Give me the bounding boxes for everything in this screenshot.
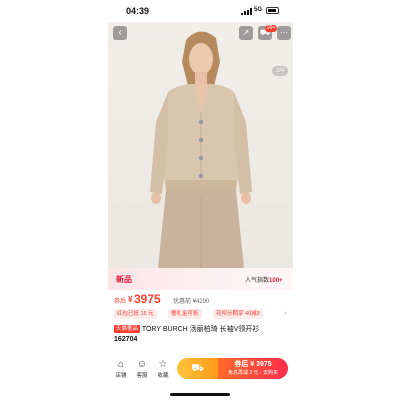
tmall-luxury-tag: 天猫奢品 bbox=[114, 325, 141, 333]
buy-subtext: 免息再减 3 元 · 去购买 bbox=[227, 370, 278, 376]
coupon-chip[interactable]: 花呗分期享 40减3 bbox=[213, 309, 263, 319]
title-text: TORY BURCH 汤丽柏琦 长袖V领开衫 bbox=[140, 326, 260, 333]
store-label: 店铺 bbox=[115, 373, 127, 379]
star-icon: ☆ bbox=[158, 359, 168, 370]
back-button[interactable]: ‹ bbox=[113, 26, 127, 40]
store-button[interactable]: ⌂ 店铺 bbox=[112, 359, 130, 380]
product-image-gallery[interactable]: ‹ ↗ ⛟ 99+ ⋯ 2/4 bbox=[108, 22, 293, 268]
status-bar: 04:39 5G bbox=[108, 0, 293, 22]
service-label: 客服 bbox=[136, 373, 148, 379]
new-label: 新品 bbox=[116, 275, 132, 284]
price-row: 券后 ¥ 3975 优惠前 ¥4290 bbox=[114, 292, 290, 306]
coupon-chip[interactable]: 红包已抵 15 元 bbox=[114, 309, 157, 319]
status-time: 04:39 bbox=[126, 6, 150, 16]
price-label: 券后 bbox=[114, 299, 127, 305]
phone-screen: 04:39 5G ‹ ↗ ⛟ 99+ ⋯ 2/4 新品 人气指数100+ 券后 … bbox=[108, 0, 293, 400]
coupon-chip[interactable]: 奢礼金可抵 bbox=[168, 309, 202, 319]
chevron-left-icon: ‹ bbox=[118, 27, 122, 38]
chat-icon: ☺ bbox=[136, 359, 148, 370]
share-icon: ↗ bbox=[242, 28, 250, 37]
popularity-index: 人气指数100+ bbox=[245, 275, 283, 284]
home-indicator bbox=[170, 393, 230, 396]
price-currency: ¥ bbox=[128, 295, 133, 304]
battery-icon bbox=[266, 7, 279, 14]
service-button[interactable]: ☺ 客服 bbox=[133, 359, 151, 380]
more-button[interactable]: ⋯ bbox=[277, 26, 291, 40]
store-icon: ⌂ bbox=[117, 359, 125, 370]
favorite-label: 收藏 bbox=[157, 373, 169, 379]
new-arrival-strip: 新品 人气指数100+ bbox=[108, 268, 293, 290]
coupon-row[interactable]: 红包已抵 15 元 奢礼金可抵 花呗分期享 40减3 › bbox=[114, 309, 293, 320]
more-icon: ⋯ bbox=[280, 28, 288, 37]
buy-now-button[interactable]: 券后 ¥ 3975 免息再减 3 元 · 去购买 bbox=[218, 358, 288, 379]
original-price: 优惠前 ¥4290 bbox=[173, 299, 210, 305]
add-to-cart-button[interactable]: ⛟ bbox=[177, 358, 218, 379]
chevron-right-icon[interactable]: › bbox=[284, 309, 286, 319]
price-amount: 3975 bbox=[134, 292, 161, 306]
buy-price: 券后 ¥ 3975 bbox=[234, 361, 272, 368]
cart-count-badge: 99+ bbox=[265, 25, 278, 32]
product-title: 天猫奢品 TORY BURCH 汤丽柏琦 长袖V领开衫 162704 bbox=[114, 325, 290, 345]
network-label: 5G bbox=[254, 7, 263, 13]
signal-icon bbox=[241, 8, 252, 15]
title-sku: 162704 bbox=[114, 336, 138, 343]
product-photo bbox=[150, 31, 252, 268]
image-counter: 2/4 bbox=[272, 66, 288, 76]
favorite-button[interactable]: ☆ 收藏 bbox=[154, 359, 172, 380]
popularity-value: 100+ bbox=[269, 278, 283, 284]
share-button[interactable]: ↗ bbox=[239, 26, 253, 40]
popularity-label: 人气指数 bbox=[245, 278, 270, 284]
cart-add-icon: ⛟ bbox=[191, 363, 204, 374]
